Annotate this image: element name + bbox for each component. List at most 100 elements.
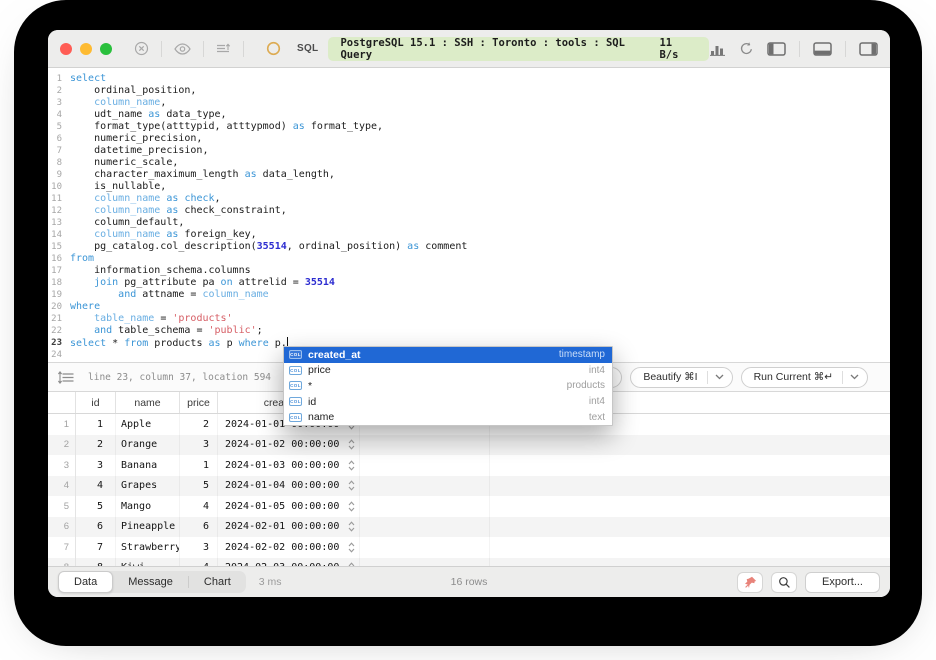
code-line: 5 format_type(atttypid, atttypmod) as fo… (48, 121, 890, 133)
cell-name[interactable]: Grapes (116, 476, 180, 497)
cell-empty[interactable] (360, 517, 490, 538)
cell-price[interactable]: 2 (180, 414, 218, 435)
column-header-price[interactable]: price (180, 392, 218, 413)
toggle-bottom-panel-icon[interactable] (813, 42, 832, 56)
button-chevron[interactable] (707, 371, 732, 384)
cell-price[interactable]: 5 (180, 476, 218, 497)
autocomplete-item[interactable]: COLpriceint4 (284, 363, 612, 379)
column-header-id[interactable]: id (76, 392, 116, 413)
table-row: 77Strawberry32024-02-02 00:00:00 (48, 537, 890, 558)
connection-pill[interactable]: PostgreSQL 15.1 : SSH : Toronto : tools … (328, 37, 709, 61)
autocomplete-item[interactable]: COLnametext (284, 409, 612, 425)
row-number[interactable]: 1 (48, 414, 76, 435)
datetime-stepper[interactable] (348, 480, 359, 491)
cell-created-at[interactable]: 2024-01-02 00:00:00 (218, 435, 360, 456)
datetime-stepper[interactable] (348, 521, 359, 532)
cell-empty[interactable] (360, 558, 490, 567)
row-number[interactable]: 5 (48, 496, 76, 517)
cell-value: 5 (97, 501, 103, 512)
code-text: character_maximum_length as data_length, (70, 169, 335, 181)
row-number[interactable]: 2 (48, 435, 76, 456)
cell-price[interactable]: 4 (180, 496, 218, 517)
cell-empty[interactable] (360, 455, 490, 476)
cell-price[interactable]: 1 (180, 455, 218, 476)
toggle-left-panel-icon[interactable] (767, 42, 786, 56)
stats-chart-icon[interactable] (709, 42, 726, 56)
cell-created-at[interactable]: 2024-02-02 00:00:00 (218, 537, 360, 558)
cell-empty[interactable] (360, 537, 490, 558)
cell-empty[interactable] (360, 476, 490, 497)
close-window-button[interactable] (60, 43, 72, 55)
cell-created-at[interactable]: 2024-01-05 00:00:00 (218, 496, 360, 517)
tab-chart[interactable]: Chart (189, 571, 246, 593)
cell-name[interactable]: Strawberry (116, 537, 180, 558)
sql-editor[interactable]: 1select2 ordinal_position,3 column_name,… (48, 68, 890, 362)
cell-created-at[interactable]: 2024-02-01 00:00:00 (218, 517, 360, 538)
datetime-stepper[interactable] (348, 542, 359, 553)
autocomplete-item[interactable]: COL*products (284, 378, 612, 394)
cell-id[interactable]: 7 (76, 537, 116, 558)
row-number[interactable]: 8 (48, 558, 76, 567)
button-chevron[interactable] (842, 371, 867, 384)
row-number[interactable]: 3 (48, 455, 76, 476)
cell-empty[interactable] (360, 496, 490, 517)
export-button[interactable]: Export... (805, 572, 880, 593)
tab-message[interactable]: Message (113, 571, 188, 593)
cell-value: 6 (203, 521, 209, 532)
cell-value: Banana (121, 460, 157, 471)
cell-id[interactable]: 3 (76, 455, 116, 476)
preview-eye-icon[interactable] (174, 43, 191, 55)
cell-id[interactable]: 5 (76, 496, 116, 517)
connection-title: PostgreSQL 15.1 : SSH : Toronto : tools … (340, 37, 659, 61)
row-number[interactable]: 6 (48, 517, 76, 538)
search-results-button[interactable] (771, 572, 797, 593)
column-header-name[interactable]: name (116, 392, 180, 413)
zoom-window-button[interactable] (100, 43, 112, 55)
cell-name[interactable]: Orange (116, 435, 180, 456)
cell-name[interactable]: Banana (116, 455, 180, 476)
table-row: 66Pineapple62024-02-01 00:00:00 (48, 517, 890, 538)
cell-price[interactable]: 6 (180, 517, 218, 538)
cell-name[interactable]: Apple (116, 414, 180, 435)
cell-value: 2024-01-05 00:00:00 (225, 501, 339, 512)
line-number: 18 (48, 277, 70, 289)
datetime-stepper[interactable] (348, 460, 359, 471)
cell-price[interactable]: 4 (180, 558, 218, 567)
cell-created-at[interactable]: 2024-01-03 00:00:00 (218, 455, 360, 476)
pin-result-button[interactable] (737, 572, 763, 593)
cell-name[interactable]: Mango (116, 496, 180, 517)
cell-name[interactable]: Pineapple (116, 517, 180, 538)
autocomplete-item[interactable]: COLidint4 (284, 394, 612, 410)
line-number: 7 (48, 145, 70, 157)
minimize-window-button[interactable] (80, 43, 92, 55)
run-current-button[interactable]: Run Current ⌘↵ (741, 367, 868, 388)
refresh-icon[interactable] (739, 41, 754, 56)
cell-id[interactable]: 1 (76, 414, 116, 435)
disconnect-icon[interactable] (134, 41, 149, 56)
code-text: from (70, 253, 94, 265)
code-line: 4 udt_name as data_type, (48, 109, 890, 121)
cell-created-at[interactable]: 2024-01-04 00:00:00 (218, 476, 360, 497)
row-number[interactable]: 4 (48, 476, 76, 497)
autocomplete-item[interactable]: COLcreated_attimestamp (284, 347, 612, 363)
divider (845, 41, 846, 57)
cell-id[interactable]: 6 (76, 517, 116, 538)
cell-price[interactable]: 3 (180, 537, 218, 558)
cell-empty[interactable] (360, 435, 490, 456)
datetime-stepper[interactable] (348, 501, 359, 512)
cell-value: 2024-02-01 00:00:00 (225, 521, 339, 532)
cell-value: Apple (121, 419, 151, 430)
cell-id[interactable]: 4 (76, 476, 116, 497)
toggle-right-panel-icon[interactable] (859, 42, 878, 56)
row-number[interactable]: 7 (48, 537, 76, 558)
cell-name[interactable]: Kiwi (116, 558, 180, 567)
beautify-button[interactable]: Beautify ⌘I (630, 367, 732, 388)
cell-id[interactable]: 8 (76, 558, 116, 567)
datetime-stepper[interactable] (348, 439, 359, 450)
query-log-icon[interactable] (216, 42, 231, 55)
cell-created-at[interactable]: 2024-02-03 00:00:00 (218, 558, 360, 567)
cell-price[interactable]: 3 (180, 435, 218, 456)
tab-data[interactable]: Data (58, 571, 113, 593)
cell-id[interactable]: 2 (76, 435, 116, 456)
cursor-position-icon (58, 371, 74, 384)
